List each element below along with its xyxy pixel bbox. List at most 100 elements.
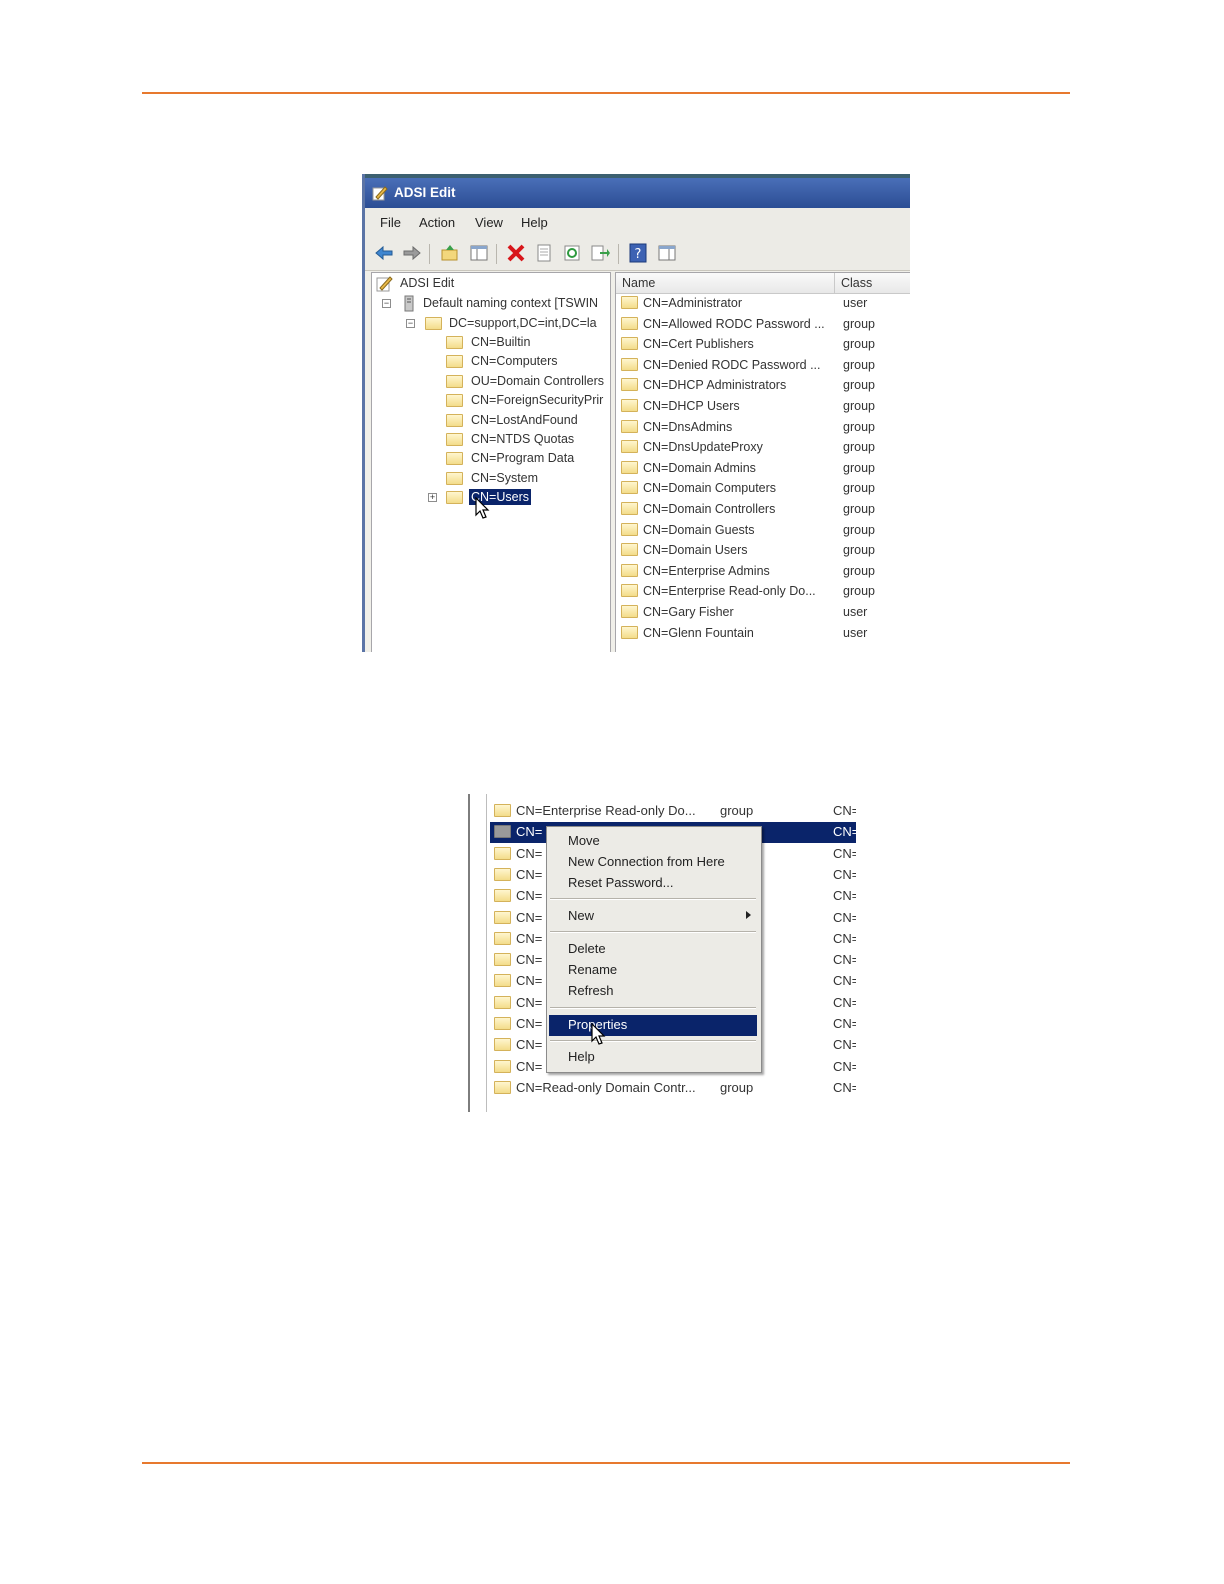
folder-icon bbox=[621, 378, 638, 392]
list-item-class: group bbox=[843, 543, 875, 558]
list-item[interactable]: CN=Domain Users group bbox=[616, 541, 910, 561]
folder-icon bbox=[494, 1017, 511, 1030]
list-item-name: CN=DHCP Users bbox=[643, 399, 740, 413]
list-item-class: group bbox=[843, 563, 875, 578]
list-item[interactable]: CN=Allowed RODC Password ... group bbox=[616, 315, 910, 335]
help-icon[interactable]: ? bbox=[628, 243, 648, 263]
column-header-name[interactable]: Name bbox=[616, 273, 835, 294]
row-distinguished-name: CN= bbox=[833, 952, 856, 968]
forward-icon[interactable] bbox=[402, 243, 422, 263]
adsi-edit-icon bbox=[376, 276, 393, 292]
folder-icon bbox=[621, 357, 638, 371]
row-name: CN= bbox=[516, 952, 543, 968]
list-item[interactable]: CN=Cert Publishers group bbox=[616, 335, 910, 355]
list-item-name: CN=Administrator bbox=[643, 296, 742, 310]
folder-icon bbox=[621, 460, 638, 474]
list-item-name: CN=Enterprise Read-only Do... bbox=[643, 584, 816, 599]
action-pane-icon[interactable] bbox=[657, 243, 677, 263]
menu-item-delete[interactable]: Delete bbox=[568, 941, 606, 956]
folder-icon bbox=[494, 910, 511, 924]
menu-item-refresh[interactable]: Refresh bbox=[568, 983, 614, 998]
menu-item-move[interactable]: Move bbox=[568, 833, 600, 848]
list-item[interactable]: CN=DHCP Administrators group bbox=[616, 376, 910, 396]
folder-icon bbox=[494, 867, 511, 881]
list-item-class: group bbox=[843, 460, 875, 475]
menu-view[interactable]: View bbox=[475, 215, 503, 230]
list-pane: Name Class CN=Administrator user CN=Allowe… bbox=[615, 272, 910, 652]
folder-icon bbox=[446, 375, 463, 388]
list-item-class: group bbox=[843, 522, 875, 537]
expand-icon[interactable]: + bbox=[428, 493, 437, 502]
menu-file[interactable]: File bbox=[380, 215, 401, 230]
menu-help[interactable]: Help bbox=[521, 215, 548, 230]
list-item[interactable]: CN=Domain Controllers group bbox=[616, 500, 910, 520]
list-item[interactable]: CN=Domain Guests group bbox=[616, 521, 910, 541]
folder-icon bbox=[621, 625, 638, 639]
row-distinguished-name: CN= bbox=[833, 824, 856, 840]
list-item[interactable]: CN=Enterprise Admins group bbox=[616, 562, 910, 582]
menu-item-new-connection[interactable]: New Connection from Here bbox=[568, 854, 725, 869]
list-item[interactable]: CN=Glenn Fountain user bbox=[616, 624, 910, 644]
delete-icon[interactable] bbox=[506, 243, 526, 263]
folder-icon bbox=[494, 825, 511, 839]
list-item-class: group bbox=[843, 378, 875, 393]
menu-item-new[interactable]: New bbox=[568, 908, 594, 923]
row-name: CN=Read-only Domain Contr... bbox=[516, 1079, 696, 1095]
menu-item-help[interactable]: Help bbox=[568, 1049, 595, 1064]
folder-icon bbox=[494, 889, 511, 903]
folder-icon bbox=[621, 337, 638, 351]
properties-icon[interactable] bbox=[534, 243, 554, 263]
menu-item-reset-password[interactable]: Reset Password... bbox=[568, 875, 674, 890]
refresh-icon[interactable] bbox=[562, 243, 582, 263]
folder-icon bbox=[621, 563, 638, 577]
column-header-class[interactable]: Class bbox=[835, 273, 910, 294]
row-distinguished-name: CN= bbox=[833, 1058, 856, 1074]
row-name: CN= bbox=[516, 888, 543, 904]
row-distinguished-name: CN= bbox=[833, 888, 856, 904]
row-distinguished-name: CN= bbox=[833, 1016, 856, 1031]
list-item-name: CN=Enterprise Admins bbox=[643, 563, 770, 578]
menu-item-rename[interactable]: Rename bbox=[568, 962, 617, 977]
folder-icon bbox=[494, 974, 511, 988]
folder-icon bbox=[494, 804, 511, 817]
list-item[interactable]: CN=Enterprise Read-only Do... group bbox=[616, 582, 910, 602]
menu-action[interactable]: Action bbox=[419, 215, 455, 230]
mouse-cursor-icon bbox=[591, 1023, 606, 1045]
server-icon bbox=[404, 295, 414, 312]
list-item[interactable]: CN=DHCP Users group bbox=[616, 397, 910, 417]
collapse-icon[interactable]: − bbox=[406, 319, 415, 328]
row-name: CN= bbox=[516, 824, 543, 840]
row-distinguished-name: CN= bbox=[833, 973, 856, 989]
tree-label: Default naming context [TSWIN bbox=[423, 296, 599, 310]
collapse-icon[interactable]: − bbox=[382, 299, 391, 308]
list-item[interactable]: CN=DnsUpdateProxy group bbox=[616, 438, 910, 458]
export-list-icon[interactable] bbox=[590, 243, 610, 263]
table-row[interactable]: CN=Enterprise Read-only Do... group CN= bbox=[490, 801, 856, 822]
folder-icon bbox=[621, 584, 638, 598]
folder-icon bbox=[494, 953, 511, 967]
tree-label: CN=Program Data bbox=[471, 451, 575, 465]
folder-icon bbox=[446, 491, 463, 504]
list-item[interactable]: CN=Domain Admins group bbox=[616, 459, 910, 479]
show-hide-tree-icon[interactable] bbox=[469, 243, 489, 263]
svg-text:?: ? bbox=[635, 247, 642, 262]
list-item-name: CN=Domain Guests bbox=[643, 522, 755, 537]
list-item[interactable]: CN=Domain Computers group bbox=[616, 479, 910, 499]
list-item-name: CN=Domain Controllers bbox=[643, 502, 776, 516]
row-name: CN= bbox=[516, 994, 543, 1010]
list-item[interactable]: CN=DnsAdmins group bbox=[616, 418, 910, 438]
back-icon[interactable] bbox=[374, 243, 394, 263]
header-rule bbox=[142, 92, 1070, 94]
table-row[interactable]: CN=Read-only Domain Contr... group CN= bbox=[490, 1078, 856, 1099]
tree-label: ADSI Edit bbox=[400, 276, 455, 290]
list-item-class: group bbox=[843, 419, 875, 434]
list-item[interactable]: CN=Denied RODC Password ... group bbox=[616, 356, 910, 376]
folder-icon bbox=[494, 995, 511, 1009]
row-class: group bbox=[720, 803, 754, 818]
list-item[interactable]: CN=Administrator user bbox=[616, 294, 910, 314]
row-name: CN= bbox=[516, 845, 543, 861]
list-item[interactable]: CN=Gary Fisher user bbox=[616, 603, 910, 623]
folder-icon bbox=[621, 605, 638, 618]
list-item-name: CN=DnsUpdateProxy bbox=[643, 440, 763, 455]
up-folder-icon[interactable] bbox=[440, 243, 460, 263]
